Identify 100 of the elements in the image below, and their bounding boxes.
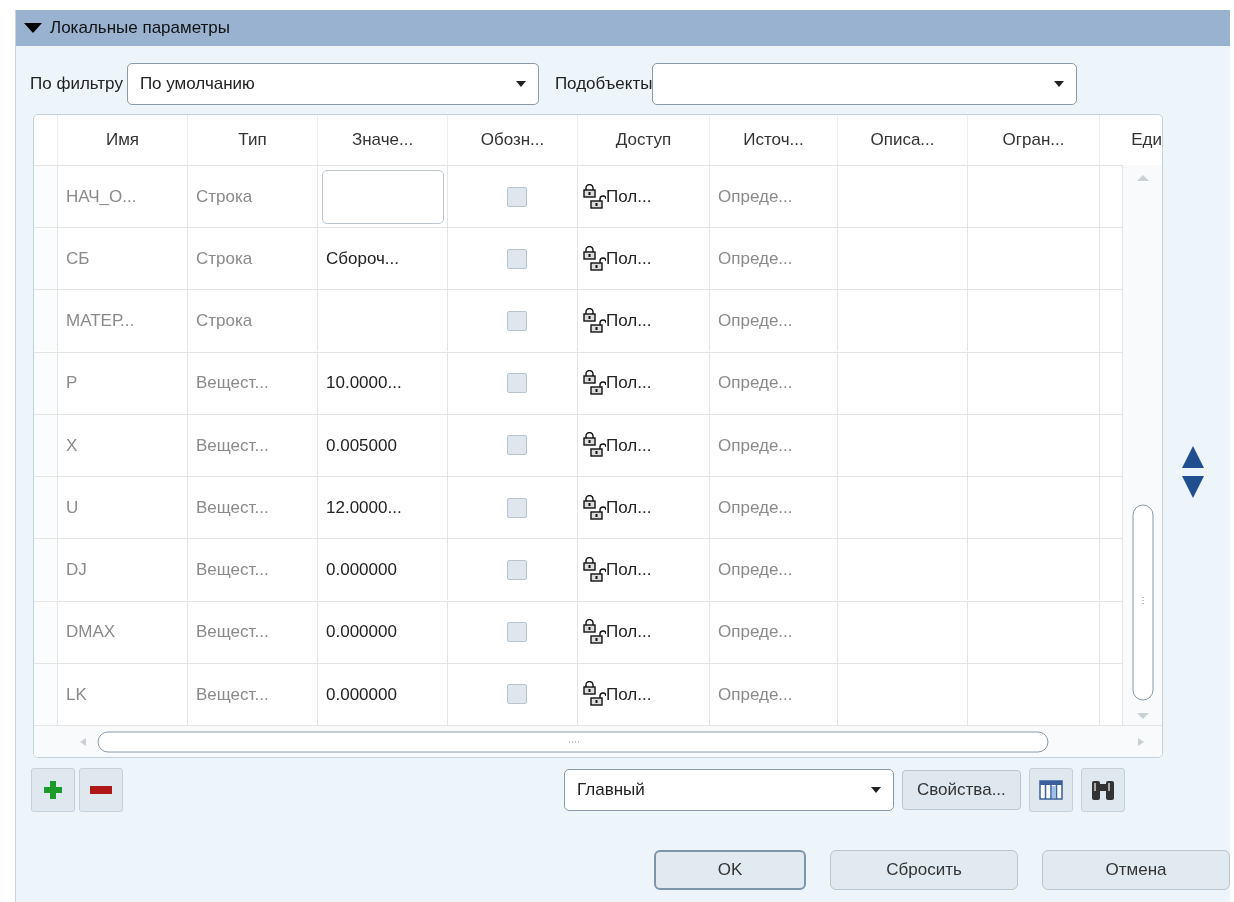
row-header[interactable] [34, 538, 57, 601]
table-cell: Вещест... [187, 538, 317, 601]
remove-button[interactable] [79, 768, 123, 812]
row-header[interactable] [34, 476, 57, 539]
dialog-button[interactable]: Отмена [1042, 850, 1230, 890]
table-cell: Опреде... [709, 476, 837, 539]
checkbox[interactable] [506, 248, 527, 269]
column-header[interactable]: Огран... [967, 115, 1099, 165]
lock-icon [582, 183, 606, 210]
table-cell: 0.005000 [317, 413, 447, 476]
section-title: Локальные параметры [50, 17, 231, 40]
table-cell: Опреде... [709, 165, 837, 227]
value-field[interactable] [322, 169, 444, 224]
column-header[interactable]: Значе... [317, 115, 447, 165]
filter-label: По фильтру [30, 73, 123, 96]
table-cell: DJ [57, 538, 187, 601]
lock-icon [582, 556, 606, 583]
checkbox[interactable] [506, 684, 527, 705]
dialog-button[interactable]: OK [654, 850, 806, 890]
minus-icon [90, 786, 112, 794]
table-cell: P [57, 351, 187, 414]
access-text: Пол... [606, 185, 652, 208]
access-text: Пол... [606, 559, 652, 582]
table-cell: 0.000000 [317, 538, 447, 601]
row-header[interactable] [34, 600, 57, 663]
access-text: Пол... [606, 247, 652, 270]
table-cell: LK [57, 662, 187, 725]
table-cell: Вещест... [187, 351, 317, 414]
table-cell: Опреде... [709, 600, 837, 663]
column-header[interactable]: Тип [187, 115, 317, 165]
table-cell: X [57, 413, 187, 476]
table-cell: Вещест... [187, 476, 317, 539]
table-cell: DMAX [57, 600, 187, 663]
lock-icon [582, 307, 606, 334]
find-button[interactable] [1080, 768, 1125, 812]
table-cell: 10.0000... [317, 351, 447, 414]
table-cell: Вещест... [187, 600, 317, 663]
checkbox[interactable] [506, 622, 527, 643]
table-cell: Опреде... [709, 662, 837, 725]
collapse-triangle-icon[interactable] [24, 21, 42, 35]
dialog-button[interactable]: Сбросить [830, 850, 1018, 890]
column-header[interactable]: Имя [57, 115, 187, 165]
plus-icon [43, 780, 63, 800]
row-header[interactable] [34, 662, 57, 725]
lock-icon [582, 681, 606, 708]
row-header[interactable] [34, 413, 57, 476]
table-cell: Опреде... [709, 351, 837, 414]
table-cell: Опреде... [709, 413, 837, 476]
checkbox[interactable] [506, 435, 527, 456]
table-cell: Строка [187, 289, 317, 352]
table-cell: Строка [187, 165, 317, 227]
table-cell: МАТЕР... [57, 289, 187, 352]
view-dropdown[interactable]: Главный [564, 769, 894, 811]
lock-icon [582, 494, 606, 521]
table-cell: 0.000000 [317, 600, 447, 663]
access-text: Пол... [606, 434, 652, 457]
table-cell: Опреде... [709, 538, 837, 601]
properties-button[interactable]: Свойства... [902, 770, 1021, 810]
table-cell: Опреде... [709, 289, 837, 352]
filter-dropdown[interactable]: По умолчанию [126, 63, 539, 105]
row-header[interactable] [34, 165, 57, 227]
checkbox[interactable] [506, 559, 527, 580]
add-button[interactable] [31, 768, 75, 812]
access-text: Пол... [606, 496, 652, 519]
move-up-icon[interactable] [1182, 446, 1204, 468]
checkbox[interactable] [506, 186, 527, 207]
row-header[interactable] [34, 289, 57, 352]
table-cell: 12.0000... [317, 476, 447, 539]
table-cell: СБ [57, 227, 187, 290]
access-text: Пол... [606, 310, 652, 333]
table-cell: Сбороч... [317, 227, 447, 290]
lock-icon [582, 245, 606, 272]
row-header[interactable] [34, 351, 57, 414]
table-columns-icon [1038, 780, 1063, 800]
checkbox[interactable] [506, 497, 527, 518]
table-cell: НАЧ_О... [57, 165, 187, 227]
table-cell: Вещест... [187, 662, 317, 725]
table-cell: Строка [187, 227, 317, 290]
table-cell: U [57, 476, 187, 539]
binoculars-icon [1089, 779, 1116, 801]
move-down-icon[interactable] [1182, 476, 1204, 498]
access-text: Пол... [606, 683, 652, 706]
table-cell: 0.000000 [317, 662, 447, 725]
access-text: Пол... [606, 621, 652, 644]
checkbox[interactable] [506, 310, 527, 331]
column-header[interactable]: Описа... [837, 115, 967, 165]
column-header[interactable]: Источ... [709, 115, 837, 165]
table-cell: Вещест... [187, 413, 317, 476]
subobjects-label: Подобъекты [554, 73, 653, 96]
access-text: Пол... [606, 372, 652, 395]
lock-icon [582, 432, 606, 459]
columns-button[interactable] [1028, 768, 1073, 812]
checkbox[interactable] [506, 373, 527, 394]
column-header[interactable]: Обозн... [447, 115, 577, 165]
lock-icon [582, 619, 606, 646]
subobjects-dropdown[interactable] [652, 63, 1078, 105]
column-header[interactable]: Доступ [577, 115, 709, 165]
table-cell: Опреде... [709, 227, 837, 290]
row-header[interactable] [34, 227, 57, 290]
lock-icon [582, 370, 606, 397]
